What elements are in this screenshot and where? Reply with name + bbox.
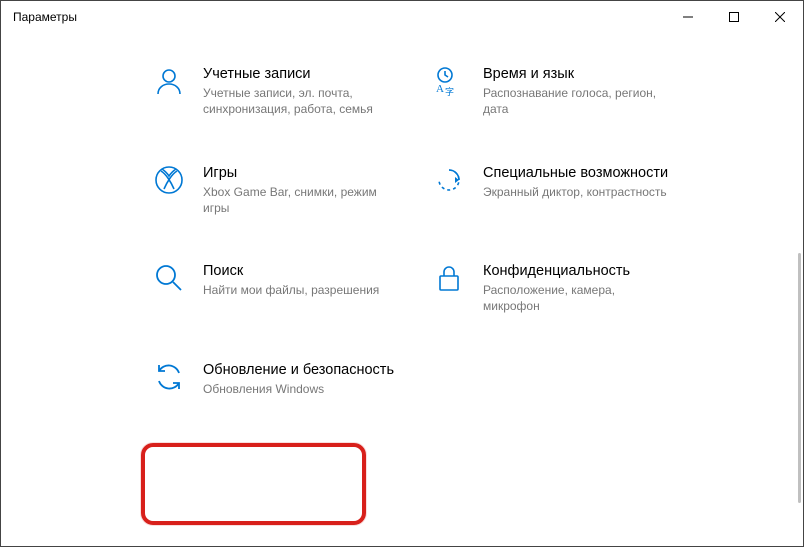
svg-text:字: 字 (445, 86, 454, 97)
tile-title: Конфиденциальность (483, 262, 673, 280)
sync-icon (151, 359, 187, 395)
titlebar: Параметры (1, 1, 803, 33)
svg-text:A: A (436, 83, 444, 95)
tile-gaming[interactable]: Игры Xbox Game Bar, снимки, режим игры (151, 162, 411, 217)
xbox-icon (151, 162, 187, 198)
tile-subtitle: Распознавание голоса, регион, дата (483, 85, 673, 117)
tile-subtitle: Учетные записи, эл. почта, синхронизация… (203, 85, 393, 117)
tile-title: Учетные записи (203, 65, 393, 83)
tile-title: Время и язык (483, 65, 673, 83)
settings-grid: Учетные записи Учетные записи, эл. почта… (1, 33, 803, 417)
tile-subtitle: Xbox Game Bar, снимки, режим игры (203, 184, 393, 216)
tile-subtitle: Обновления Windows (203, 381, 393, 397)
person-icon (151, 63, 187, 99)
tile-ease-of-access[interactable]: Специальные возможности Экранный диктор,… (431, 162, 691, 217)
highlight-annotation (141, 443, 366, 525)
tile-title: Специальные возможности (483, 164, 668, 182)
tile-title: Обновление и безопасность (203, 361, 394, 379)
tile-subtitle: Найти мои файлы, разрешения (203, 282, 379, 298)
tile-time-language[interactable]: A 字 Время и язык Распознавание голоса, р… (431, 63, 691, 118)
window-controls (665, 1, 803, 33)
tile-accounts[interactable]: Учетные записи Учетные записи, эл. почта… (151, 63, 411, 118)
tile-search[interactable]: Поиск Найти мои файлы, разрешения (151, 260, 411, 315)
content-area: Учетные записи Учетные записи, эл. почта… (1, 33, 803, 546)
minimize-button[interactable] (665, 1, 711, 33)
ease-of-access-icon (431, 162, 467, 198)
close-button[interactable] (757, 1, 803, 33)
search-icon (151, 260, 187, 296)
tile-privacy[interactable]: Конфиденциальность Расположение, камера,… (431, 260, 691, 315)
time-language-icon: A 字 (431, 63, 467, 99)
tile-update-security[interactable]: Обновление и безопасность Обновления Win… (151, 359, 411, 397)
tile-subtitle: Расположение, камера, микрофон (483, 282, 673, 314)
tile-title: Поиск (203, 262, 379, 280)
maximize-button[interactable] (711, 1, 757, 33)
tile-subtitle: Экранный диктор, контрастность (483, 184, 668, 200)
window-title: Параметры (13, 10, 77, 24)
scrollbar[interactable] (798, 253, 801, 503)
tile-title: Игры (203, 164, 393, 182)
lock-icon (431, 260, 467, 296)
